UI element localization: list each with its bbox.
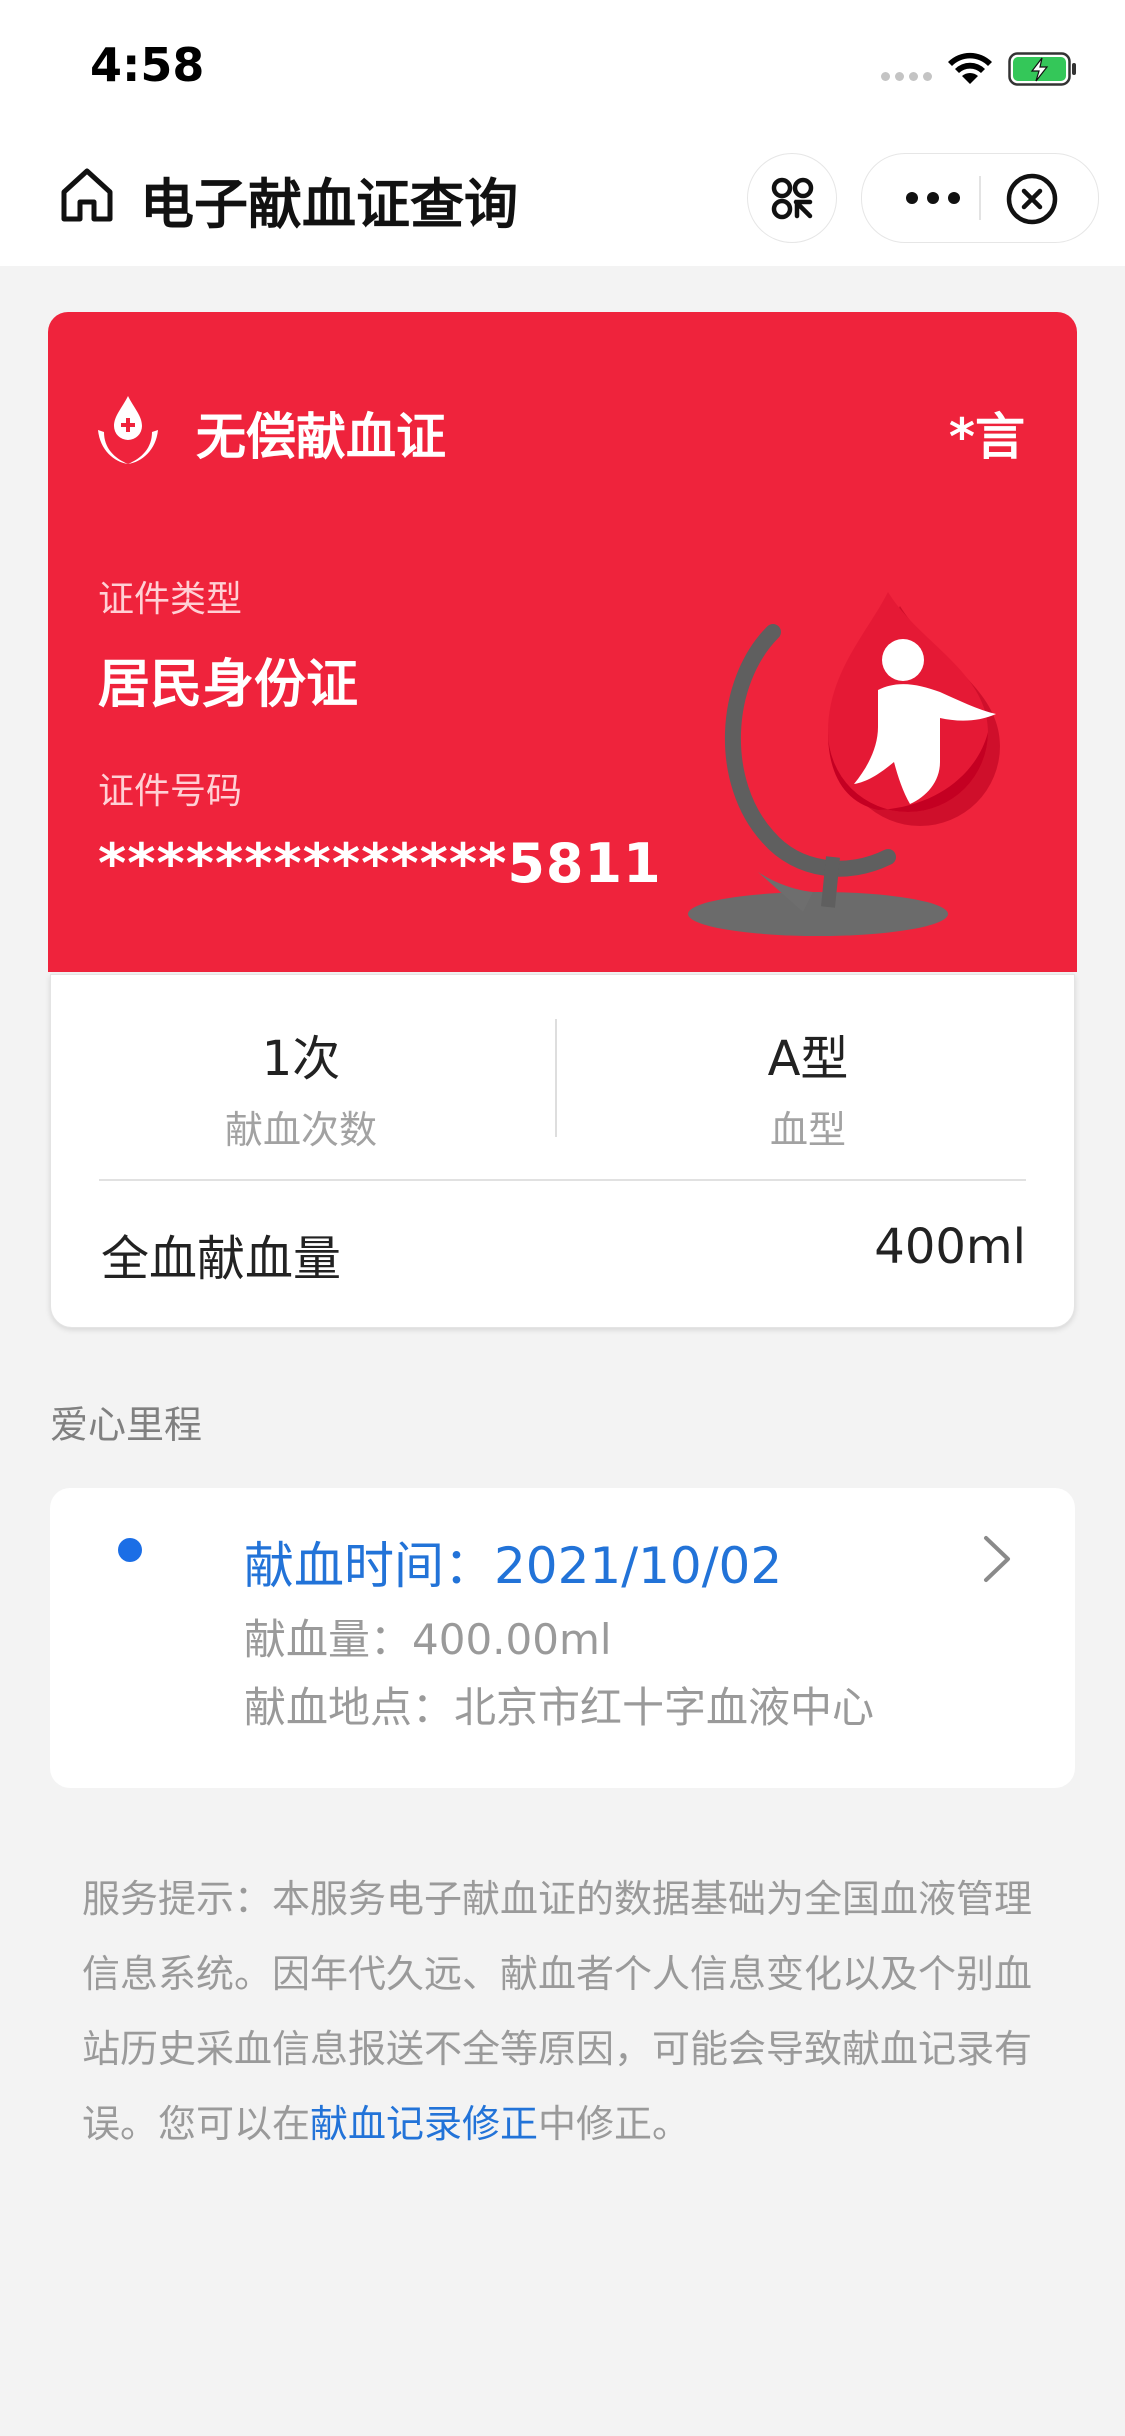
record-time: 献血时间：2021/10/02: [244, 1537, 783, 1595]
whole-blood-value: 400ml: [874, 1219, 1026, 1275]
blood-type-stat: A型 血型: [563, 1019, 1053, 1154]
blood-type-value: A型: [767, 1031, 849, 1087]
page-title: 电子献血证查询: [140, 173, 518, 236]
id-type-label: 证件类型: [98, 579, 243, 620]
donation-count-label: 献血次数: [224, 1108, 377, 1152]
service-notice: 服务提示：本服务电子献血证的数据基础为全国血液管理信息系统。因年代久远、献血者个…: [82, 1862, 1044, 2162]
capsule-divider: [979, 176, 981, 220]
more-icon[interactable]: [896, 154, 970, 242]
home-icon[interactable]: [58, 166, 116, 224]
top-bar: 4:58 电子献血证查询: [0, 0, 1125, 266]
record-location: 献血地点：北京市红十字血液中心: [244, 1683, 875, 1732]
blood-drop-hands-icon: [98, 396, 158, 464]
section-title: 爱心里程: [50, 1403, 203, 1447]
id-type-value: 居民身份证: [98, 655, 359, 715]
scan-icon: [771, 177, 814, 220]
close-circle-icon[interactable]: [1005, 172, 1059, 226]
timeline-dot: [118, 1538, 142, 1562]
chevron-right-icon: [984, 1536, 1010, 1582]
blood-donation-certificate-card: 无偿献血证 *言 证件类型 居民身份证 证件号码 **************5…: [48, 312, 1077, 972]
record-volume: 献血量：400.00ml: [244, 1615, 612, 1664]
notice-text-end: 中修正。: [538, 2102, 691, 2146]
whole-blood-label: 全血献血量: [101, 1231, 342, 1287]
donation-stats-panel: 1次 献血次数 A型 血型 全血献血量 400ml: [50, 974, 1075, 1328]
wifi-icon: [948, 52, 992, 84]
battery-charging-icon: [1008, 52, 1076, 86]
record-correction-link[interactable]: 献血记录修正: [310, 2102, 538, 2146]
id-number-label: 证件号码: [98, 771, 243, 812]
holder-name: *言: [948, 408, 1025, 466]
cellular-signal-icon: [881, 72, 933, 82]
id-number-value: **************5811: [98, 832, 662, 895]
status-time: 4:58: [90, 38, 205, 92]
blood-type-label: 血型: [769, 1108, 846, 1152]
donation-count-stat: 1次 献血次数: [51, 1019, 551, 1154]
menu-capsule: [861, 153, 1099, 243]
scan-button[interactable]: [747, 153, 837, 243]
donation-record-item[interactable]: 献血时间：2021/10/02 献血量：400.00ml 献血地点：北京市红十字…: [50, 1488, 1075, 1788]
stats-separator: [99, 1179, 1026, 1181]
blood-drop-mascot-emblem: [688, 592, 1000, 936]
donation-count-value: 1次: [261, 1031, 341, 1087]
certificate-title: 无偿献血证: [196, 408, 446, 466]
stats-divider: [555, 1019, 557, 1137]
